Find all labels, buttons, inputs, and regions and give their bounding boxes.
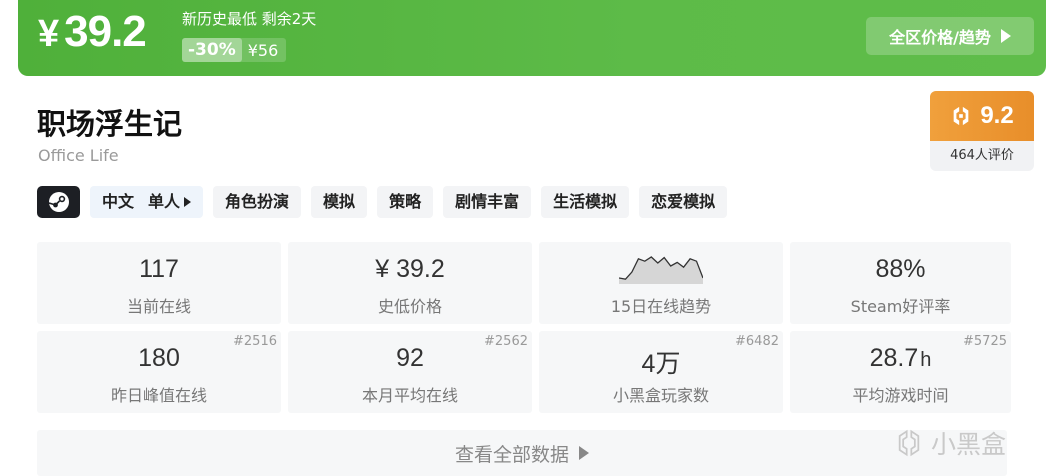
trend-sparkline	[619, 256, 703, 284]
stat-yesterday-peak: #2516 180 昨日峰值在线	[37, 331, 281, 413]
stat-lowest-price: ¥ 39.2 史低价格	[288, 242, 532, 324]
discount-percent: -30%	[182, 38, 242, 62]
steam-icon[interactable]	[37, 186, 80, 218]
stat-value: 28.7 h	[790, 344, 1011, 373]
region-price-button[interactable]: 全区价格/趋势	[866, 17, 1034, 55]
watermark-text: 小黑盒	[931, 430, 1007, 459]
stat-label: 本月平均在线	[361, 386, 458, 405]
genre-tag[interactable]: 模拟	[311, 186, 368, 218]
current-price: ¥39.2	[38, 7, 147, 57]
genre-tag[interactable]: 策略	[377, 186, 434, 218]
region-price-label: 全区价格/趋势	[889, 28, 991, 47]
rating-score: 9.2	[980, 102, 1014, 129]
stat-label: Steam好评率	[850, 297, 951, 316]
stat-label: 昨日峰值在线	[110, 386, 207, 405]
stat-value: 4万	[641, 350, 681, 378]
heybox-logo-icon	[953, 106, 969, 126]
stat-value: ¥ 39.2	[375, 255, 445, 283]
playtime-number: 28.7	[869, 344, 919, 372]
view-all-label: 查看全部数据	[454, 443, 569, 466]
stat-label: 史低价格	[377, 297, 442, 316]
stat-heybox-players: #6482 4万 小黑盒玩家数	[539, 331, 783, 413]
stat-current-online: 117 当前在线	[37, 242, 281, 324]
discount-badge: -30% ¥56	[182, 38, 287, 62]
play-arrow-icon	[1000, 29, 1011, 43]
stat-label: 平均游戏时间	[852, 386, 949, 405]
stat-label: 15日在线趋势	[610, 297, 712, 316]
stat-label: 当前在线	[126, 297, 191, 316]
stat-value: 117	[139, 255, 179, 283]
price-banner: ¥39.2 新历史最低 剩余2天 -30% ¥56 全区价格/趋势	[18, 0, 1046, 76]
rating-card[interactable]: 9.2 464人评价	[930, 91, 1034, 171]
rating-count: 464人评价	[950, 148, 1014, 163]
genre-tag[interactable]: 角色扮演	[213, 186, 302, 218]
genre-tag[interactable]: 生活模拟	[541, 186, 630, 218]
genre-tag[interactable]: 恋爱模拟	[639, 186, 728, 218]
stat-monthly-average: #2562 92 本月平均在线	[288, 331, 532, 413]
game-english-title: Office Life	[38, 146, 119, 165]
players-label: 单人	[148, 192, 181, 211]
play-arrow-icon	[579, 446, 589, 460]
stat-average-playtime: #5725 28.7 h 平均游戏时间	[790, 331, 1011, 413]
stat-online-trend[interactable]: 15日在线趋势	[539, 242, 783, 324]
heybox-watermark: 小黑盒	[895, 425, 1006, 461]
view-all-data-button[interactable]: 查看全部数据	[37, 430, 1007, 476]
language-player-tag[interactable]: 中文 单人	[90, 186, 204, 218]
genre-tag[interactable]: 剧情丰富	[443, 186, 532, 218]
original-price: ¥56	[247, 40, 279, 60]
caret-right-icon	[184, 197, 192, 207]
lowest-price-note: 新历史最低 剩余2天	[182, 10, 317, 28]
heybox-watermark-icon	[898, 429, 920, 457]
rating-score-box: 9.2	[930, 91, 1034, 141]
playtime-unit: h	[920, 349, 932, 371]
game-title: 职场浮生记	[37, 107, 183, 141]
steam-logo-icon	[48, 192, 69, 212]
price-value: 39.2	[64, 7, 147, 56]
tag-row: 中文 单人 角色扮演 模拟 策略 剧情丰富 生活模拟 恋爱模拟	[37, 186, 728, 218]
stat-value: 92	[396, 344, 424, 372]
stat-steam-rating: 88% Steam好评率	[790, 242, 1011, 324]
stat-value: 180	[138, 344, 180, 372]
language-label: 中文	[102, 192, 135, 211]
stat-value: 88%	[875, 255, 926, 283]
currency-symbol: ¥	[38, 13, 59, 55]
stat-label: 小黑盒玩家数	[612, 386, 709, 405]
